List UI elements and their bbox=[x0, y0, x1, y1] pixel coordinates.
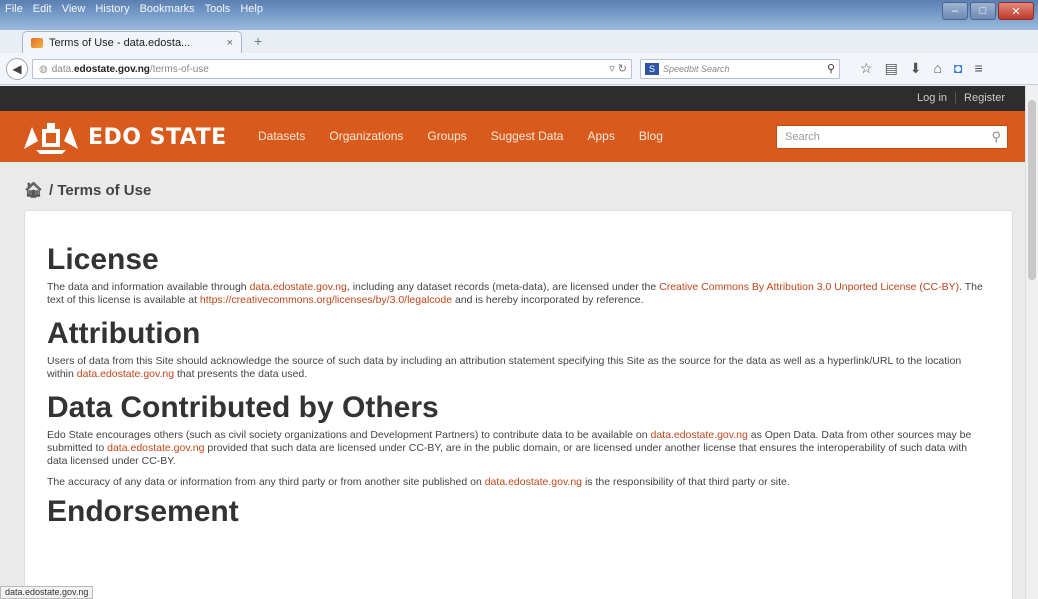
menu-help[interactable]: Help bbox=[239, 3, 264, 15]
bookmark-star-icon[interactable]: ☆ bbox=[860, 60, 873, 77]
main-navigation: Datasets Organizations Groups Suggest Da… bbox=[258, 129, 663, 143]
terms-content: License The data and information availab… bbox=[24, 210, 1013, 599]
nav-groups[interactable]: Groups bbox=[427, 129, 466, 143]
url-prefix: data. bbox=[51, 63, 74, 75]
site-link[interactable]: data.edostate.gov.ng bbox=[107, 442, 204, 454]
text-span: , including any dataset records (meta-da… bbox=[346, 281, 660, 293]
web-page: Log in Register EDO STATE Datasets Organ… bbox=[0, 86, 1025, 599]
scrollbar-thumb[interactable] bbox=[1028, 100, 1036, 280]
status-bar-url: data.edostate.gov.ng bbox=[0, 586, 94, 599]
close-window-button[interactable]: ✕ bbox=[998, 2, 1034, 20]
menu-view[interactable]: View bbox=[61, 3, 87, 15]
nav-suggest-data[interactable]: Suggest Data bbox=[491, 129, 564, 143]
menu-bar: File Edit View History Bookmarks Tools H… bbox=[4, 3, 264, 15]
account-links: Log in Register bbox=[909, 92, 1013, 104]
register-link[interactable]: Register bbox=[955, 92, 1013, 104]
page-scrollbar[interactable] bbox=[1025, 86, 1038, 599]
attribution-paragraph: Users of data from this Site should ackn… bbox=[47, 355, 990, 381]
contributed-heading: Data Contributed by Others bbox=[47, 391, 439, 424]
coat-of-arms-icon bbox=[24, 123, 78, 154]
window-controls: – □ ✕ bbox=[942, 2, 1034, 20]
contributed-paragraph: Edo State encourages others (such as civ… bbox=[47, 429, 990, 468]
text-span: The data and information available throu… bbox=[47, 281, 250, 293]
site-favicon-icon bbox=[31, 37, 43, 48]
endorsement-heading: Endorsement bbox=[47, 495, 239, 528]
browser-tab[interactable]: Terms of Use - data.edosta... × bbox=[22, 31, 242, 53]
account-bar: Log in Register bbox=[0, 86, 1025, 111]
site-link[interactable]: data.edostate.gov.ng bbox=[485, 476, 582, 488]
url-domain: edostate.gov.ng bbox=[73, 63, 150, 75]
site-logo[interactable]: EDO STATE bbox=[20, 119, 227, 155]
menu-edit[interactable]: Edit bbox=[32, 3, 53, 15]
site-search-icon[interactable]: ⚲ bbox=[991, 129, 1001, 145]
browser-search-input[interactable]: S Speedbit Search ⚲ bbox=[640, 59, 840, 79]
home-icon[interactable]: ⌂ bbox=[934, 60, 942, 77]
extension-icon[interactable]: ◘ bbox=[954, 60, 962, 77]
globe-icon: ◍ bbox=[39, 63, 48, 75]
back-arrow-icon[interactable]: ◀ bbox=[6, 58, 28, 80]
text-span: and is hereby incorporated by reference. bbox=[452, 294, 644, 306]
nav-apps[interactable]: Apps bbox=[587, 129, 614, 143]
menu-tools[interactable]: Tools bbox=[204, 3, 232, 15]
bookmarks-list-icon[interactable]: ▤ bbox=[885, 60, 898, 77]
download-icon[interactable]: ⬇ bbox=[910, 60, 922, 77]
accuracy-paragraph: The accuracy of any data or information … bbox=[47, 476, 990, 489]
url-path: /terms-of-use bbox=[149, 63, 209, 75]
text-span: Edo State encourages others (such as civ… bbox=[47, 429, 651, 441]
license-paragraph: The data and information available throu… bbox=[47, 281, 990, 307]
text-span: is the responsibility of that third part… bbox=[582, 476, 790, 488]
window-titlebar: File Edit View History Bookmarks Tools H… bbox=[0, 0, 1038, 30]
new-tab-button[interactable]: + bbox=[254, 33, 262, 49]
maximize-button[interactable]: □ bbox=[970, 2, 996, 20]
site-search-input[interactable]: Search ⚲ bbox=[776, 125, 1008, 149]
reload-icon[interactable]: ▿ ↻ bbox=[609, 62, 627, 75]
minimize-button[interactable]: – bbox=[942, 2, 968, 20]
legalcode-link[interactable]: https://creativecommons.org/licenses/by/… bbox=[200, 294, 452, 306]
text-span: that presents the data used. bbox=[174, 368, 308, 380]
cc-by-license-link[interactable]: Creative Commons By Attribution 3.0 Unpo… bbox=[659, 281, 959, 293]
breadcrumb-home-icon[interactable]: 🏠︎ bbox=[24, 181, 43, 199]
menu-bookmarks[interactable]: Bookmarks bbox=[139, 3, 196, 15]
site-link[interactable]: data.edostate.gov.ng bbox=[651, 429, 748, 441]
site-logo-text: EDO STATE bbox=[88, 124, 227, 150]
attribution-heading: Attribution bbox=[47, 317, 201, 350]
site-search-placeholder: Search bbox=[785, 131, 820, 143]
license-heading: License bbox=[47, 243, 159, 276]
menu-history[interactable]: History bbox=[94, 3, 130, 15]
site-link[interactable]: data.edostate.gov.ng bbox=[250, 281, 347, 293]
browser-search-placeholder: Speedbit Search bbox=[663, 64, 730, 74]
text-span: The accuracy of any data or information … bbox=[47, 476, 485, 488]
nav-blog[interactable]: Blog bbox=[639, 129, 663, 143]
breadcrumb: 🏠︎ / Terms of Use bbox=[0, 162, 1025, 206]
hamburger-menu-icon[interactable]: ≡ bbox=[974, 60, 982, 77]
search-engine-icon[interactable]: S bbox=[645, 63, 659, 75]
search-icon[interactable]: ⚲ bbox=[827, 62, 835, 75]
menu-file[interactable]: File bbox=[4, 3, 24, 15]
browser-tools: ☆ ▤ ⬇ ⌂ ◘ ≡ bbox=[860, 60, 983, 77]
navigation-toolbar: ◀ ◍ data. edostate.gov.ng/terms-of-use ▿ … bbox=[0, 53, 1038, 85]
site-link[interactable]: data.edostate.gov.ng bbox=[77, 368, 174, 380]
tab-close-icon[interactable]: × bbox=[227, 37, 233, 49]
nav-datasets[interactable]: Datasets bbox=[258, 129, 305, 143]
login-link[interactable]: Log in bbox=[909, 92, 955, 104]
site-masthead: EDO STATE Datasets Organizations Groups … bbox=[0, 111, 1025, 162]
nav-organizations[interactable]: Organizations bbox=[329, 129, 403, 143]
breadcrumb-current: / Terms of Use bbox=[49, 181, 152, 199]
address-bar[interactable]: ◍ data. edostate.gov.ng/terms-of-use ▿ ↻ bbox=[32, 59, 632, 79]
tab-title: Terms of Use - data.edosta... bbox=[49, 36, 191, 49]
